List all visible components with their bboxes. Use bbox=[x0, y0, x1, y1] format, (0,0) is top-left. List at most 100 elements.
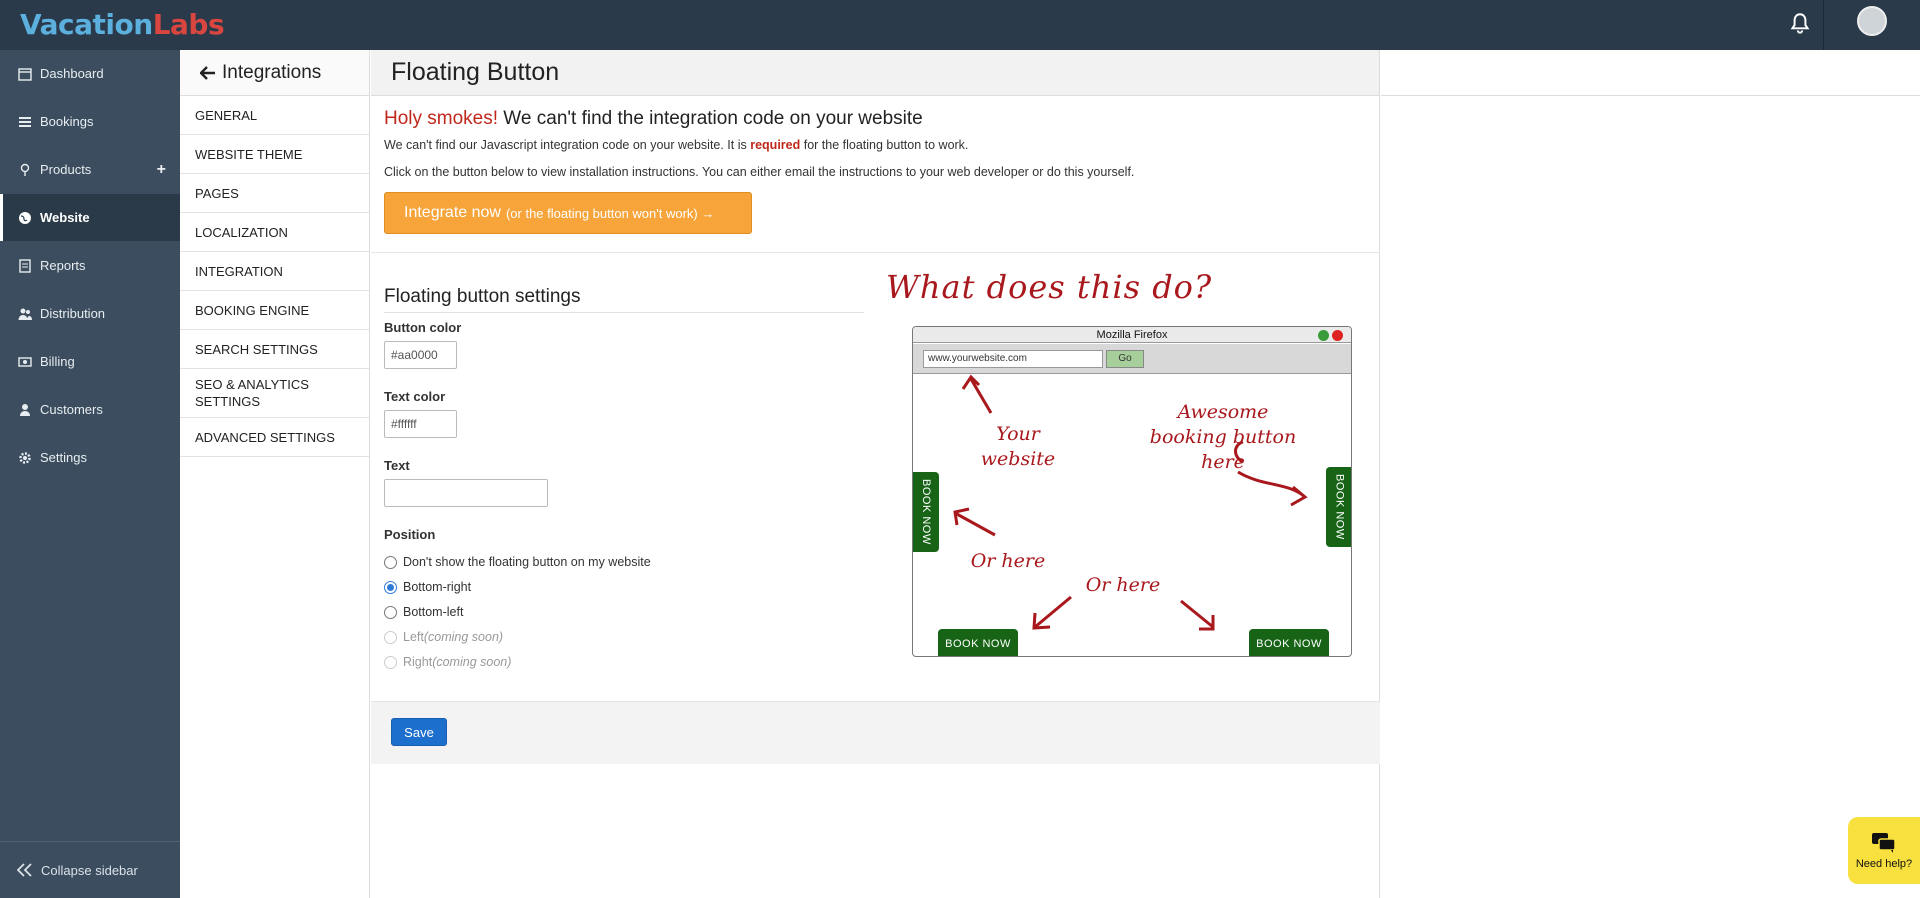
arrow-left-icon bbox=[200, 65, 215, 80]
radio-button[interactable] bbox=[384, 605, 397, 619]
add-product-icon[interactable]: + bbox=[157, 161, 166, 179]
need-help-widget[interactable]: Need help? bbox=[1848, 817, 1920, 884]
position-option-label: Bottom-right bbox=[403, 580, 472, 594]
sidebar-item-settings[interactable]: Settings bbox=[0, 434, 180, 481]
button-color-input[interactable]: #aa0000 bbox=[384, 341, 457, 369]
position-option-bottom-left[interactable]: Bottom-left bbox=[384, 605, 463, 619]
text-label: Text bbox=[384, 458, 410, 473]
collapse-sidebar-label: Collapse sidebar bbox=[41, 862, 138, 878]
sidebar: Dashboard Bookings Products + Website Re… bbox=[0, 50, 180, 898]
alert-required-text: required bbox=[750, 138, 801, 152]
subnav-item-general[interactable]: GENERAL bbox=[180, 96, 369, 135]
radio-button[interactable] bbox=[384, 555, 397, 569]
subnav-item-pages[interactable]: PAGES bbox=[180, 174, 369, 213]
position-option-right: Right (coming soon) bbox=[384, 655, 511, 669]
collapse-sidebar-button[interactable]: Collapse sidebar bbox=[0, 841, 180, 898]
note-or-here-left: Or here bbox=[970, 550, 1046, 572]
sidebar-item-bookings[interactable]: Bookings bbox=[0, 98, 180, 145]
alert-line-1: We can't find our Javascript integration… bbox=[384, 138, 968, 152]
right-pane-header bbox=[1381, 50, 1920, 96]
text-input[interactable] bbox=[384, 479, 548, 507]
sidebar-item-billing[interactable]: Billing bbox=[0, 338, 180, 385]
radio-button-disabled bbox=[384, 630, 397, 644]
radio-button-selected[interactable] bbox=[384, 580, 397, 594]
users-icon bbox=[18, 308, 32, 320]
what-does-this-do-heading: What does this do? bbox=[886, 268, 1213, 306]
integrate-now-label: Integrate now bbox=[404, 204, 501, 221]
sidebar-item-label: Bookings bbox=[40, 114, 94, 129]
brand-logo[interactable]: VacationLabs bbox=[20, 8, 225, 41]
double-chevron-left-icon bbox=[16, 863, 32, 877]
sidebar-item-distribution[interactable]: Distribution bbox=[0, 290, 180, 337]
sidebar-item-label: Settings bbox=[40, 450, 87, 465]
subnav-title: Integrations bbox=[222, 61, 322, 83]
annotation-arrows-icon bbox=[953, 374, 1308, 631]
main-panel: Floating Button Holy smokes! We can't fi… bbox=[371, 50, 1380, 898]
sidebar-item-customers[interactable]: Customers bbox=[0, 386, 180, 433]
coming-soon-text: (coming soon) bbox=[432, 655, 512, 669]
divider bbox=[371, 252, 1380, 253]
list-icon bbox=[19, 116, 31, 127]
settings-title: Floating button settings bbox=[384, 286, 581, 307]
page-title: Floating Button bbox=[371, 50, 1379, 96]
position-label: Position bbox=[384, 527, 436, 542]
alert-title-rest: We can't find the integration code on yo… bbox=[498, 108, 923, 129]
globe-icon bbox=[19, 211, 31, 224]
sidebar-item-reports[interactable]: Reports bbox=[0, 242, 180, 289]
logo-part-1: Vacation bbox=[20, 8, 153, 41]
subnav-back-link[interactable]: Integrations bbox=[180, 50, 369, 96]
subnav-item-advanced-settings[interactable]: ADVANCED SETTINGS bbox=[180, 418, 369, 457]
save-button[interactable]: Save bbox=[391, 718, 447, 746]
user-avatar[interactable] bbox=[1857, 6, 1887, 36]
integrations-subnav: Integrations GENERAL WEBSITE THEME PAGES… bbox=[180, 50, 370, 898]
text-color-label: Text color bbox=[384, 389, 446, 404]
subnav-item-booking-engine[interactable]: BOOKING ENGINE bbox=[180, 291, 369, 330]
integrate-now-button[interactable]: Integrate now (or the floating button wo… bbox=[384, 192, 752, 234]
sidebar-item-label: Dashboard bbox=[40, 66, 104, 81]
note-awesome-booking: Awesome booking button here bbox=[1149, 401, 1297, 473]
topbar-divider bbox=[1823, 0, 1824, 50]
need-help-label: Need help? bbox=[1855, 857, 1913, 870]
position-option-bottom-right[interactable]: Bottom-right bbox=[384, 580, 471, 594]
gear-icon bbox=[19, 451, 31, 464]
alert-line-2: Click on the button below to view instal… bbox=[384, 165, 1135, 179]
subnav-item-website-theme[interactable]: WEBSITE THEME bbox=[180, 135, 369, 174]
button-color-label: Button color bbox=[384, 320, 462, 335]
alert-title-red: Holy smokes! bbox=[384, 108, 499, 129]
alert-line-1-a: We can't find our Javascript integration… bbox=[384, 138, 751, 152]
report-icon bbox=[19, 258, 31, 273]
sidebar-item-label: Products bbox=[40, 162, 92, 177]
note-or-here-bottom: Or here bbox=[1085, 574, 1161, 596]
user-icon bbox=[20, 403, 30, 416]
sidebar-item-label: Reports bbox=[40, 258, 86, 273]
money-icon bbox=[18, 356, 32, 367]
position-option-label: Bottom-left bbox=[403, 605, 464, 619]
settings-divider bbox=[384, 312, 864, 313]
position-option-label: Left bbox=[403, 630, 424, 644]
form-footer bbox=[371, 701, 1380, 764]
position-option-label: Right bbox=[403, 655, 433, 669]
sidebar-item-label: Customers bbox=[40, 402, 103, 417]
coming-soon-text: (coming soon) bbox=[423, 630, 504, 644]
logo-part-2: Labs bbox=[152, 8, 225, 41]
subnav-item-search-settings[interactable]: SEARCH SETTINGS bbox=[180, 330, 369, 369]
sidebar-item-label: Website bbox=[40, 210, 90, 225]
subnav-item-integration[interactable]: INTEGRATION bbox=[180, 252, 369, 291]
sidebar-item-products[interactable]: Products + bbox=[0, 146, 180, 193]
sidebar-item-label: Distribution bbox=[40, 306, 106, 321]
top-bar: VacationLabs bbox=[0, 0, 1920, 50]
note-your-website: Your website bbox=[980, 423, 1056, 470]
subnav-item-seo-analytics[interactable]: SEO & ANALYTICS SETTINGS bbox=[180, 369, 369, 418]
text-color-input[interactable]: #ffffff bbox=[384, 410, 457, 438]
sidebar-item-website[interactable]: Website bbox=[0, 194, 180, 241]
position-option-none[interactable]: Don't show the floating button on my web… bbox=[384, 555, 651, 569]
notification-bell-icon[interactable] bbox=[1787, 11, 1813, 37]
integrate-now-sublabel: (or the floating button won't work) → bbox=[505, 205, 715, 221]
calendar-icon bbox=[18, 67, 32, 81]
right-pane bbox=[1381, 50, 1920, 898]
position-option-left: Left (coming soon) bbox=[384, 630, 503, 644]
pin-icon bbox=[20, 163, 30, 176]
alert-title: Holy smokes! We can't find the integrati… bbox=[384, 108, 923, 130]
subnav-item-localization[interactable]: LOCALIZATION bbox=[180, 213, 369, 252]
sidebar-item-dashboard[interactable]: Dashboard bbox=[0, 50, 180, 97]
